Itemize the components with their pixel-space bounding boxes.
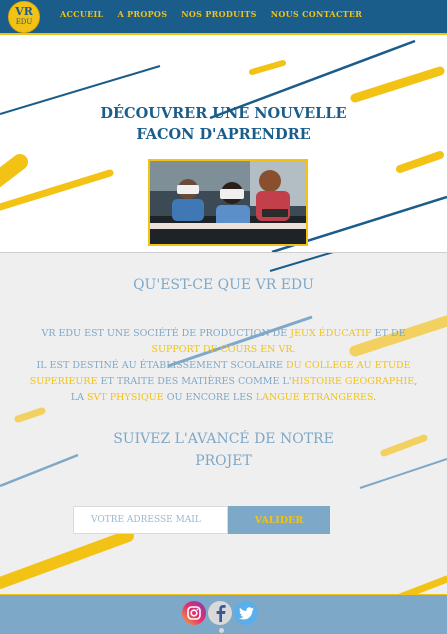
about-title: QU'EST-CE QUE VR EDU: [133, 277, 314, 293]
about-description: VR EDU EST UNE SOCIÉTÉ DE PRODUCTION DE …: [18, 326, 429, 406]
about-decorative-stripes: [0, 253, 447, 595]
stripe-yellow: [0, 154, 28, 188]
nav-link-nous-contacter[interactable]: NOUS CONTACTER: [271, 9, 362, 19]
instagram-icon[interactable]: [182, 601, 206, 625]
hero-title-line1: DÉCOUVRER UNE NOUVELLE: [100, 105, 347, 122]
about-highlight: SVT PHYSIQUE: [87, 392, 164, 403]
nav-link-accueil[interactable]: ACCUEIL: [60, 9, 103, 19]
facebook-icon[interactable]: [208, 601, 232, 625]
stripe-yellow: [249, 60, 286, 75]
hero-section: DÉCOUVRER UNE NOUVELLE FACON D'APRENDRE: [0, 35, 447, 252]
stripe-yellow: [0, 530, 134, 589]
about-text: LA: [70, 392, 88, 403]
about-highlight: HISTOIRE GEOGRAPHIE: [291, 376, 415, 387]
about-text: IL EST DESTINÉ AU ÉTABLISSEMENT SCOLAIRE: [36, 360, 287, 371]
logo-text-edu: EDU: [15, 18, 33, 26]
classroom-vr-image: [148, 159, 308, 246]
top-navigation: VR EDU ACCUEIL A PROPOS NOS PRODUITS NOU…: [0, 0, 447, 35]
nav-link-nos-produits[interactable]: NOS PRODUITS: [181, 9, 256, 19]
stripe-yellow: [14, 407, 46, 423]
nav-links: ACCUEIL A PROPOS NOS PRODUITS NOUS CONTA…: [60, 9, 376, 19]
about-text: .: [373, 392, 377, 403]
follow-title: SUIVEZ L'AVANCÉ DE NOTRE PROJET: [0, 428, 447, 472]
about-text: VR EDU EST UNE SOCIÉTÉ DE PRODUCTION DE: [41, 328, 291, 339]
email-input[interactable]: [73, 506, 228, 534]
about-text: OU ENCORE LES: [163, 392, 256, 403]
logo-text-vr: VR: [15, 5, 33, 18]
follow-title-line1: SUIVEZ L'AVANCÉ DE NOTRE: [113, 431, 334, 447]
stripe-blue: [269, 253, 334, 272]
stripe-yellow: [0, 169, 114, 211]
hero-title-line2: FACON D'APRENDRE: [136, 126, 311, 143]
about-text: ,: [414, 376, 418, 387]
about-highlight: SUPPORT DE COURS EN VR.: [151, 344, 296, 355]
about-section: QU'EST-CE QUE VR EDU VR EDU EST UNE SOCI…: [0, 253, 447, 595]
footer: [0, 594, 447, 634]
hero-title: DÉCOUVRER UNE NOUVELLE FACON D'APRENDRE: [0, 103, 447, 145]
about-highlight: LANGUE ETRANGERES: [255, 392, 374, 403]
about-highlight: JEUX ÉDUCATIF: [290, 328, 372, 339]
social-links: [182, 601, 258, 625]
twitter-icon[interactable]: [234, 601, 258, 625]
stripe-yellow: [396, 151, 444, 173]
follow-title-line2: PROJET: [195, 453, 252, 469]
newsletter-form: VALIDER: [73, 506, 330, 534]
stripe-yellow: [350, 66, 445, 103]
vr-edu-logo[interactable]: VR EDU: [8, 1, 40, 33]
validate-button[interactable]: VALIDER: [228, 506, 330, 534]
nav-link-a-propos[interactable]: A PROPOS: [117, 9, 167, 19]
about-text: ET DE: [371, 328, 406, 339]
footer-dot: [219, 628, 224, 633]
about-text: ET TRAITE DES MATIÈRES COMME L': [97, 376, 292, 387]
stripe-yellow: [395, 575, 447, 595]
